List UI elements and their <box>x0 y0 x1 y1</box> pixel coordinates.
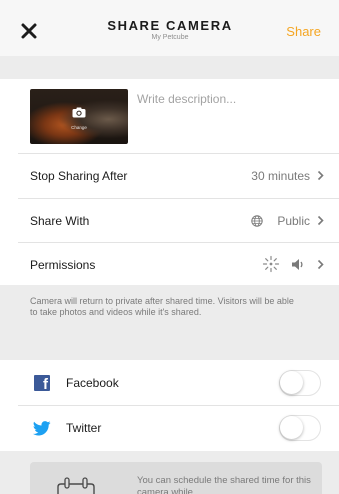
sound-icon <box>292 259 303 270</box>
globe-icon <box>251 215 263 227</box>
chevron-right-icon <box>317 170 324 181</box>
schedule-text: You can schedule the shared time for thi… <box>137 475 311 494</box>
facebook-icon: f <box>34 375 50 392</box>
stop-sharing-label: Stop Sharing After <box>30 169 128 183</box>
close-button[interactable] <box>18 20 40 42</box>
page-subtitle: My Petcube <box>151 34 189 41</box>
stop-sharing-row[interactable]: Stop Sharing After 30 minutes <box>0 154 339 198</box>
twitter-label: Twitter <box>66 421 102 435</box>
share-with-label: Share With <box>30 214 90 228</box>
twitter-toggle[interactable] <box>279 415 321 441</box>
chevron-right-icon <box>317 259 324 270</box>
title-group: SHARE CAMERA My Petcube <box>80 18 260 42</box>
section-spacer <box>0 56 339 79</box>
twitter-icon <box>33 421 51 436</box>
camera-thumbnail[interactable]: Change <box>30 89 128 144</box>
change-photo-label: Change <box>71 125 87 130</box>
description-input[interactable] <box>137 91 327 107</box>
facebook-label: Facebook <box>66 376 119 390</box>
sharing-info-block: Camera will return to private after shar… <box>0 285 339 360</box>
permissions-label: Permissions <box>30 258 96 272</box>
navigation-bar: SHARE CAMERA My Petcube Share <box>0 0 339 56</box>
photo-icon <box>262 255 280 273</box>
schedule-card[interactable]: You can schedule the shared time for thi… <box>30 462 322 494</box>
twitter-row: Twitter <box>0 406 339 450</box>
facebook-toggle[interactable] <box>279 370 321 396</box>
permissions-row[interactable]: Permissions <box>0 243 339 287</box>
close-icon <box>21 23 37 39</box>
toggle-knob <box>280 371 303 394</box>
share-with-value: Public <box>277 214 310 228</box>
toggle-knob <box>280 416 303 439</box>
chevron-right-icon <box>317 215 324 226</box>
calendar-icon <box>57 477 95 494</box>
page-title: SHARE CAMERA <box>107 18 233 33</box>
share-with-row[interactable]: Share With Public <box>0 199 339 243</box>
media-description-row: Change <box>0 79 339 153</box>
stop-sharing-value: 30 minutes <box>251 169 310 183</box>
facebook-row: f Facebook <box>0 361 339 405</box>
share-button[interactable]: Share <box>286 24 321 39</box>
sharing-info-text: Camera will return to private after shar… <box>30 296 294 317</box>
camera-icon <box>72 107 86 118</box>
